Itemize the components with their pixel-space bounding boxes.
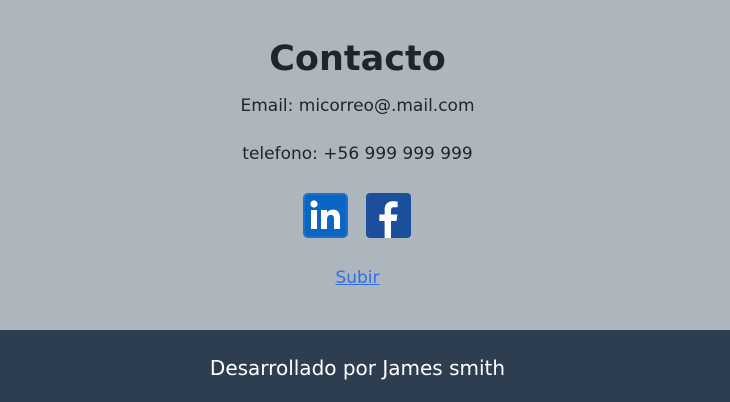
contact-section: Contacto Email: micorreo@.mail.com telef… <box>0 0 730 330</box>
footer-credit: Desarrollado por James smith <box>209 356 506 380</box>
contact-title: Contacto <box>269 39 446 79</box>
scroll-up-link[interactable]: Subir <box>335 268 379 288</box>
linkedin-link[interactable] <box>303 193 348 238</box>
linkedin-icon <box>303 193 348 238</box>
facebook-link[interactable] <box>366 193 411 238</box>
footer: Desarrollado por James smith <box>0 330 730 402</box>
email-text: Email: micorreo@.mail.com <box>240 96 475 116</box>
facebook-icon <box>366 193 411 238</box>
phone-text: telefono: +56 999 999 999 <box>242 144 473 164</box>
social-links <box>303 193 411 238</box>
scroll-up-container: Subir <box>0 266 715 290</box>
